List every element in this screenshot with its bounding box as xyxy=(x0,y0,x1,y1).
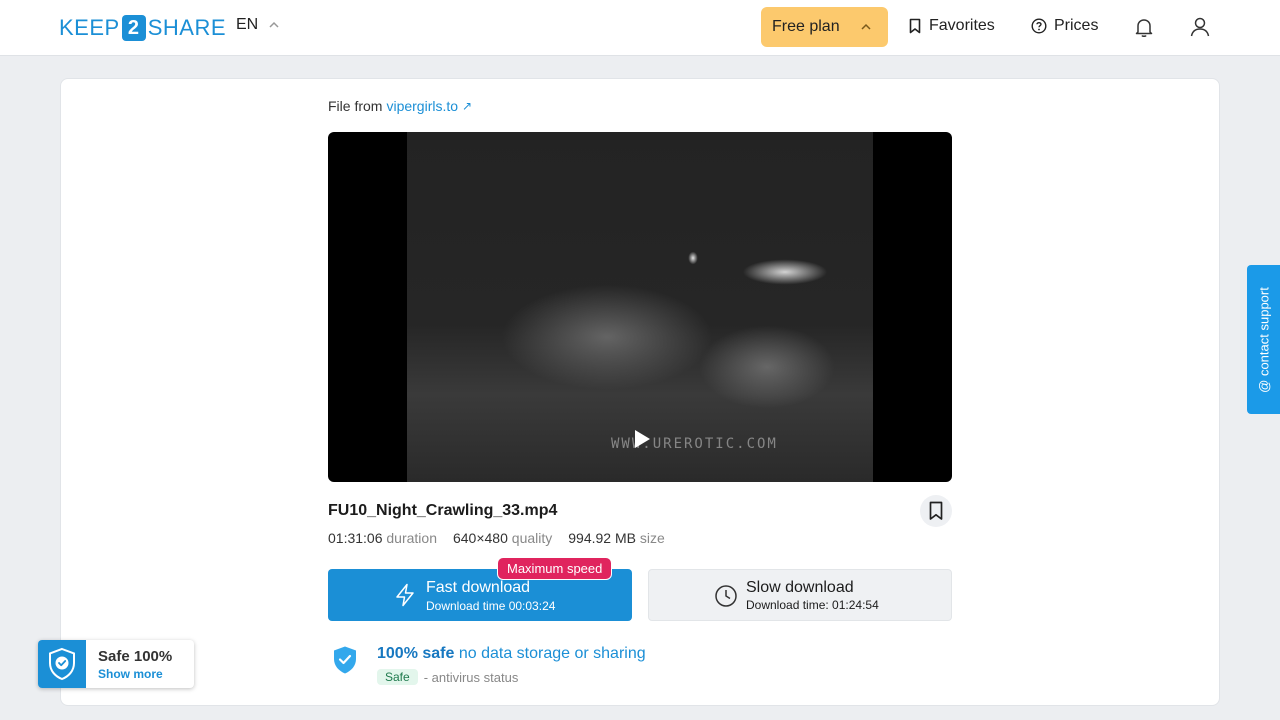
shield-check-icon xyxy=(49,647,75,681)
logo-share: SHARE xyxy=(147,15,226,40)
bookmark-icon xyxy=(929,501,943,520)
language-label: EN xyxy=(236,16,259,33)
fast-download-time: Download time 00:03:24 xyxy=(426,599,556,613)
antivirus-status: Safe - antivirus status xyxy=(377,669,518,685)
source-prefix: File from xyxy=(328,98,383,114)
prices-label: Prices xyxy=(1054,17,1099,34)
help-circle-icon xyxy=(1031,18,1047,34)
antivirus-text: - antivirus status xyxy=(423,669,519,685)
logo-two: 2 xyxy=(121,15,146,41)
size-meta: 994.92 MB size xyxy=(568,530,665,546)
bell-icon[interactable] xyxy=(1132,15,1156,39)
bookmark-icon xyxy=(909,18,921,34)
fast-download-label: Fast download xyxy=(426,579,531,596)
favorites-link[interactable]: Favorites xyxy=(908,17,995,35)
contact-support-label: @ contact support xyxy=(1256,286,1271,393)
slow-download-label: Slow download xyxy=(746,579,854,596)
add-favorite-button[interactable] xyxy=(920,495,952,527)
favorites-label: Favorites xyxy=(929,17,995,34)
widget-title: Safe 100% xyxy=(98,648,173,665)
play-icon[interactable] xyxy=(633,429,651,449)
widget-shield xyxy=(38,640,86,688)
top-header: KEEP 2 SHARE EN Free plan Favorites Pric… xyxy=(0,0,1280,56)
antivirus-safe-pill: Safe xyxy=(377,669,418,685)
video-preview[interactable]: WWW.URЕROTIC.COM xyxy=(328,132,952,482)
safe-badge-widget[interactable]: Safe 100% Show more xyxy=(38,640,194,688)
source-link[interactable]: vipergirls.to xyxy=(386,98,458,114)
chevron-up-icon xyxy=(861,23,871,30)
lightning-icon xyxy=(396,583,414,607)
shield-check-icon xyxy=(334,646,356,674)
file-name: FU10_Night_Crawling_33.mp4 xyxy=(328,502,558,519)
prices-link[interactable]: Prices xyxy=(1031,17,1098,35)
free-plan-button[interactable]: Free plan xyxy=(761,7,888,47)
user-icon[interactable] xyxy=(1188,15,1212,39)
clock-icon xyxy=(715,585,737,607)
logo-keep: KEEP xyxy=(59,15,120,40)
quality-meta: 640×480 quality xyxy=(452,530,553,546)
slow-download-button[interactable]: Slow download Download time: 01:24:54 xyxy=(648,569,952,621)
safety-rest: no data storage or sharing xyxy=(458,645,646,662)
safety-bold: 100% safe xyxy=(377,645,455,662)
maximum-speed-badge: Maximum speed xyxy=(497,557,613,580)
contact-support-tab[interactable]: @ contact support xyxy=(1247,265,1280,414)
keep2share-logo[interactable]: KEEP 2 SHARE xyxy=(59,14,226,42)
show-more-link[interactable]: Show more xyxy=(98,667,163,681)
file-source: File from vipergirls.to ↗ xyxy=(328,98,472,114)
file-meta: 01:31:06 duration 640×480 quality 994.92… xyxy=(328,530,665,546)
external-link-icon: ↗ xyxy=(462,99,473,113)
slow-download-time: Download time: 01:24:54 xyxy=(746,598,879,612)
language-selector[interactable]: EN xyxy=(236,16,280,34)
safety-shield xyxy=(332,645,358,675)
safety-statement: 100% safe no data storage or sharing xyxy=(377,645,646,663)
plan-label: Free plan xyxy=(772,18,840,35)
duration-meta: 01:31:06 duration xyxy=(328,530,437,546)
chevron-up-icon xyxy=(269,21,279,28)
